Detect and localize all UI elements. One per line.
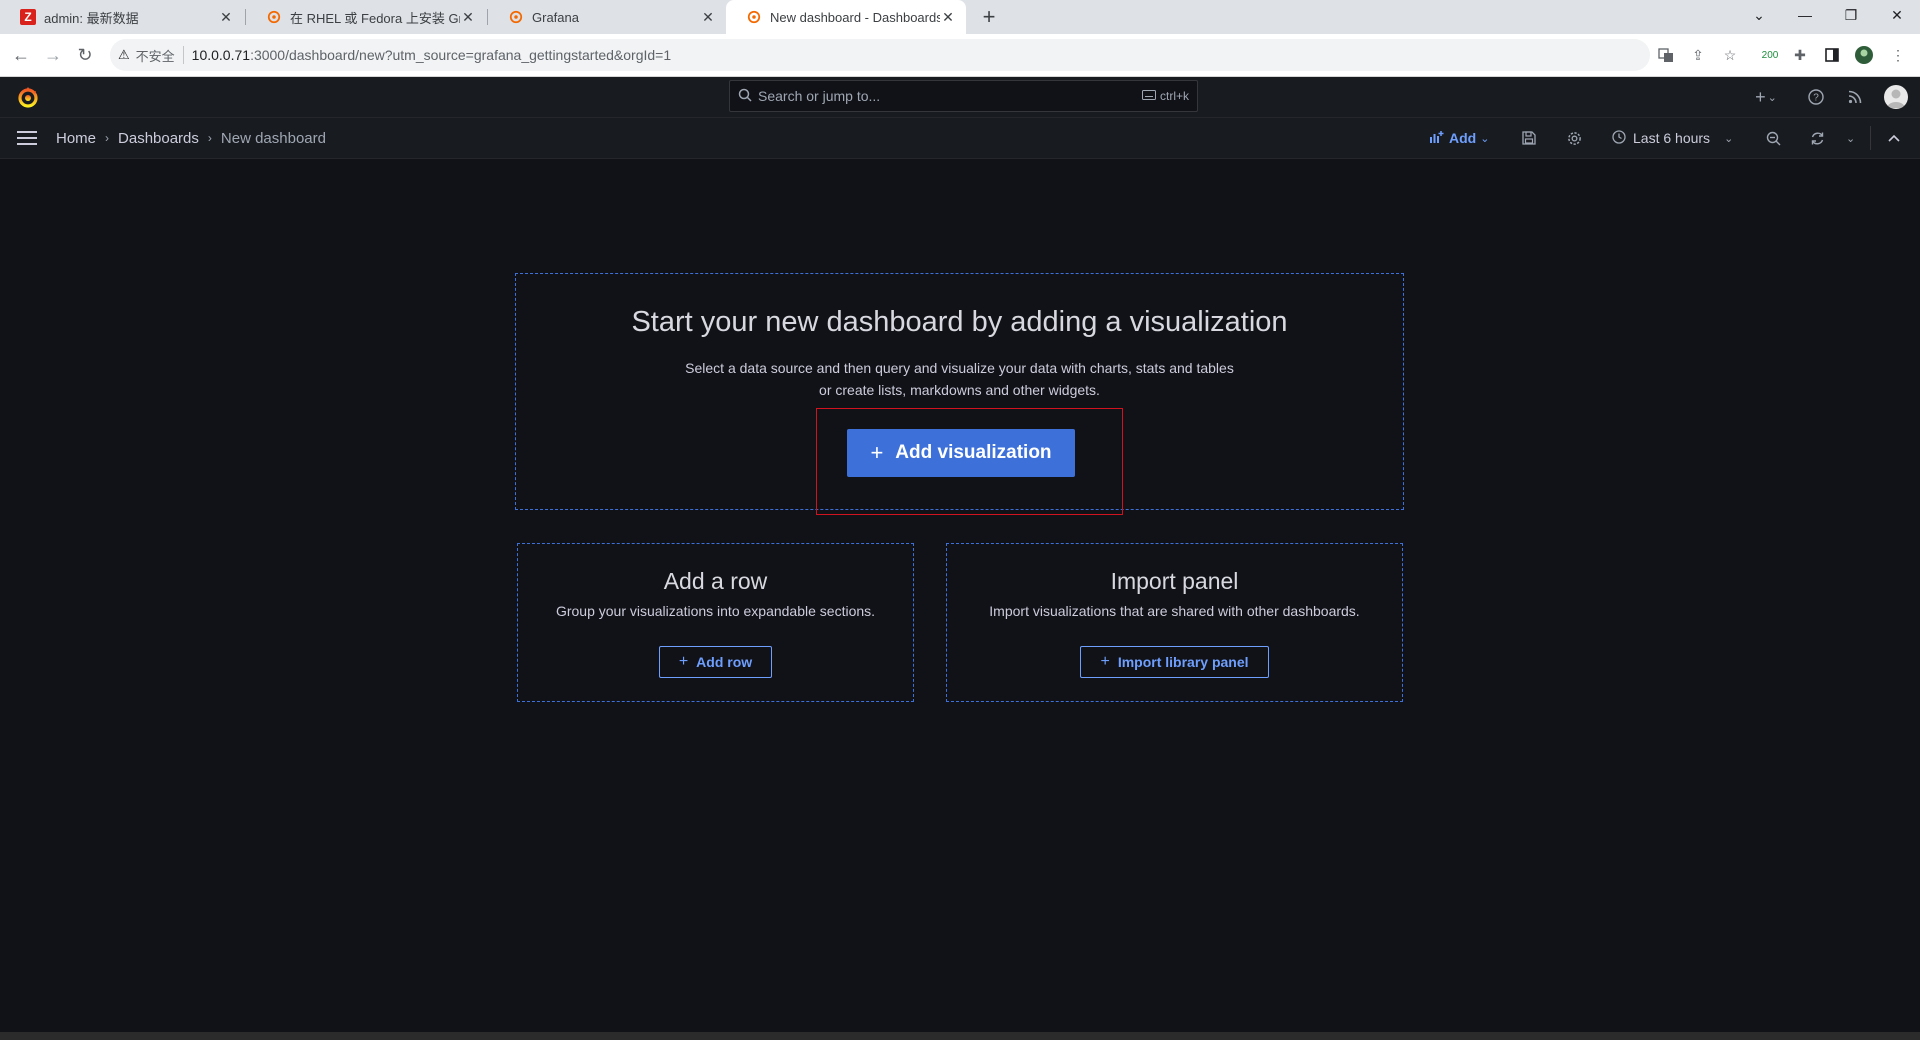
breadcrumb-home[interactable]: Home: [56, 130, 96, 147]
save-dashboard-icon[interactable]: [1522, 118, 1536, 158]
browser-tab-zabbix[interactable]: Z admin: 最新数据 ✕: [0, 0, 244, 34]
taskbar-edge: [0, 1032, 1920, 1040]
new-tab-button[interactable]: +: [976, 4, 1002, 30]
search-icon: [738, 88, 752, 105]
profile-icon[interactable]: [1854, 45, 1874, 65]
chevron-right-icon: ›: [207, 131, 212, 145]
browser-tab-new-dashboard[interactable]: New dashboard - Dashboards ✕: [726, 0, 966, 34]
chevron-down-icon: ⌄: [1480, 132, 1490, 145]
forward-icon[interactable]: →: [40, 42, 66, 68]
empty-state-description: Select a data source and then query and …: [516, 357, 1403, 401]
import-library-panel-label: Import library panel: [1117, 654, 1249, 670]
zabbix-icon: Z: [20, 9, 36, 25]
time-range-label: Last 6 hours: [1633, 130, 1711, 146]
tab-search-icon[interactable]: ⌄: [1736, 0, 1782, 30]
add-panel-button[interactable]: Add ⌄: [1430, 118, 1489, 158]
panel-add-icon: [1430, 130, 1444, 146]
add-label: Add: [1449, 130, 1477, 146]
divider: [182, 46, 184, 64]
divider: [1870, 126, 1871, 150]
menu-hamburger-icon[interactable]: [17, 131, 37, 145]
security-label[interactable]: 不安全: [136, 46, 175, 65]
import-panel-card: Import panel Import visualizations that …: [946, 543, 1403, 702]
back-icon[interactable]: ←: [8, 42, 34, 68]
shortcut-label: ctrl+k: [1159, 89, 1189, 103]
plus-icon: +: [1100, 653, 1110, 670]
empty-state-title: Start your new dashboard by adding a vis…: [631, 306, 1288, 338]
plus-icon: +: [678, 653, 689, 670]
grafana-icon: [266, 9, 282, 25]
keyboard-shortcut: ctrl+k: [1141, 89, 1189, 103]
minimize-icon[interactable]: —: [1782, 0, 1828, 30]
add-row-label: Add row: [696, 654, 753, 670]
settings-gear-icon[interactable]: [1567, 118, 1582, 158]
clock-icon: [1612, 129, 1626, 147]
zoom-out-icon[interactable]: [1766, 118, 1781, 158]
dashboard-nav-bar: Home › Dashboards › New dashboard Add ⌄ …: [0, 118, 1920, 159]
description-line-1: Select a data source and then query and …: [685, 360, 1234, 376]
close-icon[interactable]: ✕: [940, 9, 956, 26]
breadcrumb: Home › Dashboards › New dashboard: [56, 118, 326, 158]
browser-tab-grafana[interactable]: Grafana ✕: [488, 0, 726, 34]
import-panel-description: Import visualizations that are shared wi…: [989, 603, 1360, 619]
keyboard-icon: [1141, 89, 1156, 103]
bookmark-star-icon[interactable]: ☆: [1720, 45, 1740, 65]
browser-tab-rhel[interactable]: 在 RHEL 或 Fedora 上安装 Grafana ✕: [246, 0, 486, 34]
close-window-icon[interactable]: ✕: [1874, 0, 1920, 30]
browser-toolbar: ← → ↻ ⚠ 不安全 10.0.0.71:3000/dashboard/new…: [0, 34, 1920, 77]
close-icon[interactable]: ✕: [218, 9, 234, 26]
add-row-title: Add a row: [663, 568, 768, 594]
search-placeholder: Search or jump to...: [758, 88, 881, 104]
news-rss-icon[interactable]: [1843, 85, 1867, 109]
add-row-button[interactable]: + Add row: [659, 646, 772, 678]
translate-icon[interactable]: [1656, 45, 1676, 65]
svg-text:?: ?: [1813, 93, 1819, 104]
extension-badge[interactable]: 200: [1758, 45, 1782, 65]
add-row-card: Add a row Group your visualizations into…: [517, 543, 914, 702]
tab-title: admin: 最新数据: [44, 10, 139, 26]
chevron-right-icon: ›: [105, 131, 110, 145]
search-input[interactable]: Search or jump to... ctrl+k: [729, 80, 1198, 112]
help-icon[interactable]: ?: [1804, 85, 1828, 109]
grafana-top-bar: Search or jump to... ctrl+k + ⌄ ?: [0, 77, 1920, 118]
close-icon[interactable]: ✕: [700, 9, 716, 26]
address-bar[interactable]: ⚠ 不安全 10.0.0.71:3000/dashboard/new?utm_s…: [110, 39, 1650, 71]
import-library-panel-button[interactable]: + Import library panel: [1080, 646, 1269, 678]
time-picker-button[interactable]: Last 6 hours ⌄: [1612, 118, 1733, 158]
chevron-down-icon: ⌄: [1724, 132, 1734, 145]
share-icon[interactable]: ⇪: [1688, 45, 1708, 65]
browser-tab-strip: Z admin: 最新数据 ✕ 在 RHEL 或 Fedora 上安装 Graf…: [0, 0, 1920, 34]
tab-title: 在 RHEL 或 Fedora 上安装 Grafana: [290, 10, 460, 26]
tab-title: New dashboard - Dashboards: [770, 9, 940, 25]
grafana-logo-icon[interactable]: [16, 85, 40, 109]
reload-icon[interactable]: ↻: [72, 42, 98, 68]
refresh-icon[interactable]: [1810, 118, 1825, 158]
import-panel-title: Import panel: [1110, 568, 1239, 594]
new-plus-icon[interactable]: + ⌄: [1748, 85, 1784, 109]
chevron-up-icon[interactable]: [1888, 118, 1900, 158]
grafana-icon: [508, 9, 524, 25]
add-row-description: Group your visualizations into expandabl…: [555, 603, 876, 619]
grafana-icon: [746, 9, 762, 25]
refresh-interval-chevron-icon[interactable]: ⌄: [1846, 118, 1855, 158]
restore-icon[interactable]: ❐: [1828, 0, 1874, 30]
breadcrumb-current: New dashboard: [220, 129, 326, 147]
dashboard-empty-state: Start your new dashboard by adding a vis…: [0, 159, 1920, 1032]
close-icon[interactable]: ✕: [460, 9, 476, 26]
extensions-puzzle-icon[interactable]: ✚: [1790, 45, 1810, 65]
chrome-menu-icon[interactable]: ⋮: [1888, 45, 1908, 65]
side-panel-icon[interactable]: [1822, 45, 1842, 65]
breadcrumb-dashboards[interactable]: Dashboards: [118, 130, 199, 147]
tab-title: Grafana: [532, 9, 579, 25]
url-host: 10.0.0.71: [191, 47, 251, 63]
description-line-2: or create lists, markdowns and other wid…: [819, 382, 1100, 398]
user-avatar[interactable]: [1884, 85, 1908, 109]
warning-icon: ⚠: [118, 47, 130, 62]
url-path: :3000/dashboard/new?utm_source=grafana_g…: [250, 47, 672, 63]
highlight-box: [816, 408, 1123, 515]
